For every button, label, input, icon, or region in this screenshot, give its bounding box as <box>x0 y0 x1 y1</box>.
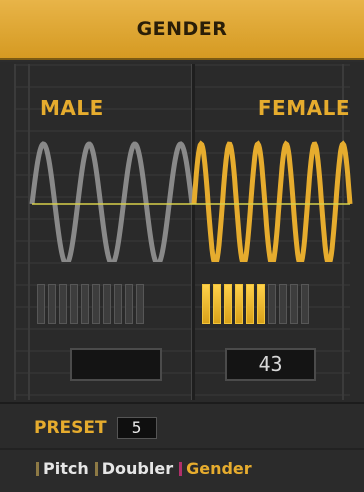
tab-label: Gender <box>186 459 252 478</box>
preset-value-field[interactable]: 5 <box>116 417 157 439</box>
preset-label: PRESET <box>34 418 107 438</box>
female-value-field[interactable]: 43 <box>225 348 316 381</box>
tab-label: Doubler <box>101 459 174 478</box>
mode-tabs: Pitch Doubler Gender <box>36 459 252 478</box>
meter-segment <box>213 284 221 324</box>
meter-segment <box>290 284 298 324</box>
meter-segment <box>268 284 276 324</box>
meter-segment <box>136 284 144 324</box>
tab-indicator-icon <box>179 461 183 476</box>
meter-segment <box>37 284 45 324</box>
female-waveform <box>191 140 353 262</box>
male-waveform <box>29 141 195 262</box>
meter-segment <box>59 284 67 324</box>
meter-segment <box>70 284 78 324</box>
tab-label: Pitch <box>43 459 89 478</box>
plugin-title: GENDER <box>136 18 228 40</box>
meter-segment <box>81 284 89 324</box>
meter-segment <box>257 284 265 324</box>
tab-gender[interactable]: Gender <box>179 459 252 478</box>
preset-row: PRESET 5 <box>34 417 157 439</box>
meter-segment <box>114 284 122 324</box>
meter-segment <box>202 284 210 324</box>
meter-segment <box>224 284 232 324</box>
meter-segment <box>235 284 243 324</box>
footer-divider <box>0 448 364 450</box>
male-label: MALE <box>40 96 104 120</box>
footer-bar: PRESET 5 Pitch Doubler Gender <box>0 402 364 492</box>
meter-segment <box>92 284 100 324</box>
tab-indicator-icon <box>36 461 39 476</box>
meter-segment <box>48 284 56 324</box>
meter-segment <box>125 284 133 324</box>
meter-segment <box>246 284 254 324</box>
meter-segment <box>301 284 309 324</box>
meter-segment <box>279 284 287 324</box>
female-label: FEMALE <box>257 96 350 120</box>
plugin-header: GENDER <box>0 0 364 60</box>
meter-segment <box>103 284 111 324</box>
waveform-display[interactable] <box>0 132 364 262</box>
tab-pitch[interactable]: Pitch <box>36 459 89 478</box>
gender-display-panel: MALE FEMALE 43 <box>0 62 364 402</box>
tab-doubler[interactable]: Doubler <box>94 459 174 478</box>
female-level-meter <box>202 284 309 324</box>
tab-indicator-icon <box>94 461 98 476</box>
male-level-meter <box>37 284 144 324</box>
male-value-field[interactable] <box>70 348 162 381</box>
